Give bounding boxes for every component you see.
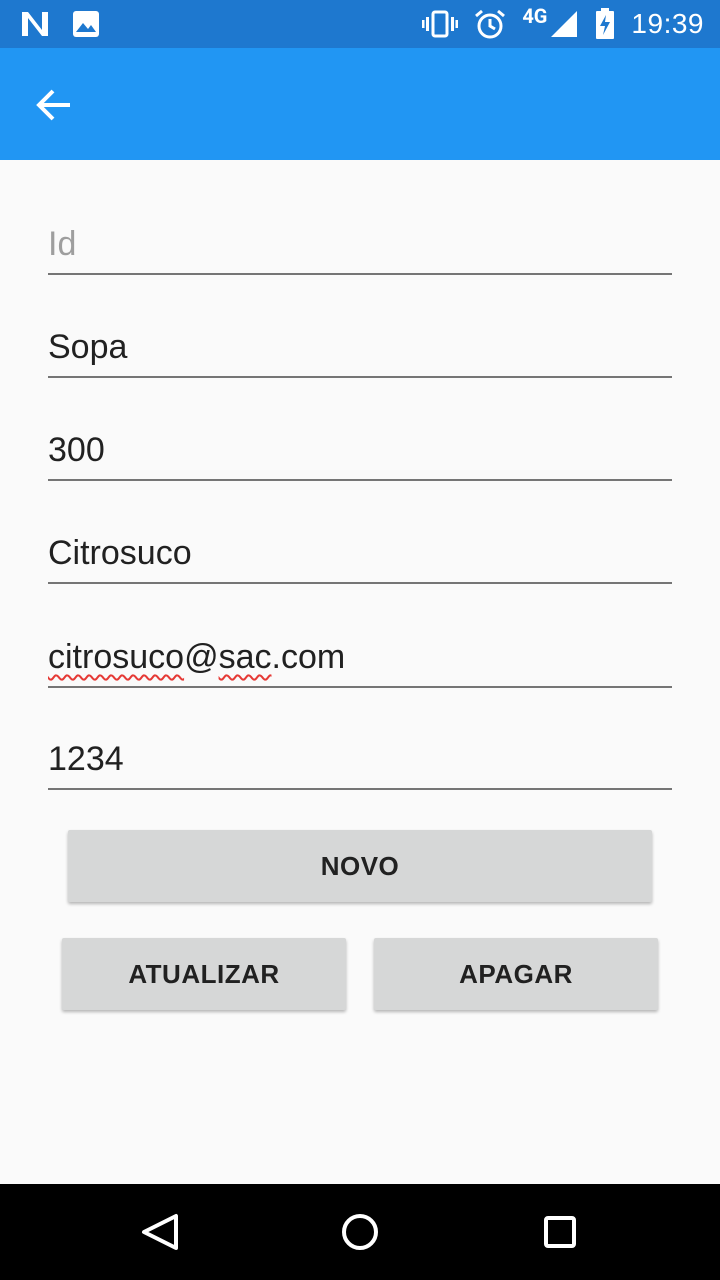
home-circle-icon[interactable] [336,1208,384,1256]
name-field[interactable] [48,318,672,378]
image-notification-icon [73,11,99,37]
email-field-text: citrosuco@sac.com [48,638,345,677]
back-triangle-icon[interactable] [136,1208,184,1256]
recents-square-icon[interactable] [536,1208,584,1256]
novo-button[interactable]: NOVO [68,830,652,902]
status-bar: 4G 19:39 [0,0,720,48]
quantity-field[interactable] [48,421,672,481]
email-user-part: citrosuco [48,638,185,676]
company-field[interactable] [48,524,672,584]
status-time: 19:39 [631,8,704,39]
signal-icon [551,11,578,37]
n-notification-icon [22,12,48,36]
apagar-button[interactable]: APAGAR [374,938,658,1010]
email-tld-part: .com [271,638,346,676]
vibrate-icon [422,10,459,38]
arrow-back-icon[interactable] [34,85,74,125]
battery-charging-icon [596,8,615,39]
email-domain-part: sac [218,638,272,676]
email-at: @ [184,638,219,676]
phone-field[interactable] [48,730,672,790]
atualizar-button[interactable]: ATUALIZAR [62,938,346,1010]
app-bar [0,48,720,160]
network-type: 4G [522,4,548,28]
id-field[interactable] [48,215,672,275]
alarm-icon [475,9,506,39]
navigation-bar [0,1184,720,1280]
email-field[interactable]: citrosuco@sac.com [48,630,672,688]
